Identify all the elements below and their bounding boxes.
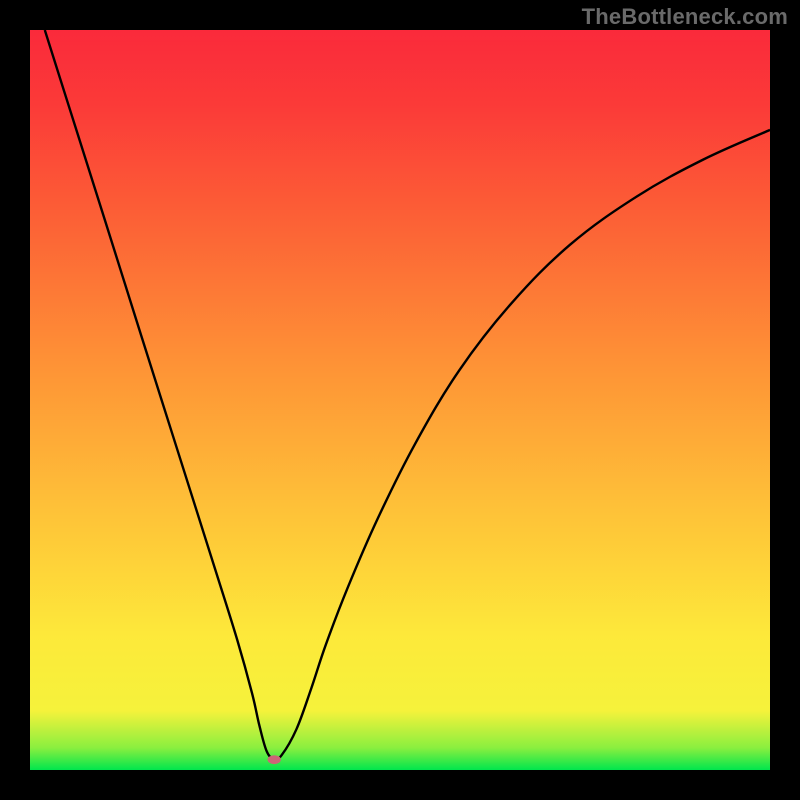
watermark: TheBottleneck.com: [582, 4, 788, 30]
chart-frame: [30, 30, 770, 770]
bottleneck-chart: [30, 30, 770, 770]
gradient-background: [30, 30, 770, 770]
minimum-marker: [268, 755, 281, 764]
